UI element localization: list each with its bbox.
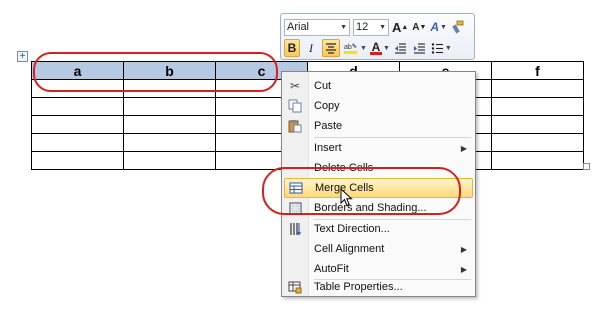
table-cell-f[interactable]: f [491,61,584,80]
font-size-combo[interactable]: 12 ▼ [353,18,389,36]
table-cell[interactable] [491,151,584,170]
styles-button[interactable]: A ▼ [430,18,447,36]
menu-item-merge-cells[interactable]: Merge Cells [284,178,473,198]
decrease-indent-button[interactable] [393,39,409,57]
table-cell[interactable] [31,133,124,152]
grow-font-icon: A [392,19,402,35]
copy-icon [284,97,306,115]
table-cell[interactable] [123,79,216,98]
blank-icon [284,139,306,157]
submenu-arrow-icon: ▶ [460,143,467,153]
menu-item-cut[interactable]: ✂ Cut [284,76,473,96]
table-resize-handle[interactable] [583,163,590,170]
align-center-icon [326,42,336,54]
mini-toolbar: Arial ▼ 12 ▼ A ▲ A ▼ A ▼ B I ab ▼ A ▼ ▼ [280,13,475,60]
menu-item-text-direction[interactable]: Text Direction... [284,219,473,239]
table-cell-a[interactable]: a [31,61,124,80]
menu-item-paste[interactable]: Paste [284,116,473,136]
borders-icon [284,199,306,217]
scissors-icon: ✂ [289,79,301,93]
styles-icon: A [430,20,439,34]
increase-indent-button[interactable] [412,39,428,57]
table-cell[interactable] [491,97,584,116]
merge-cells-icon [285,179,307,197]
grow-font-button[interactable]: A ▲ [392,18,408,36]
table-cell[interactable] [491,133,584,152]
menu-item-cell-alignment[interactable]: Cell Alignment ▶ [284,239,473,259]
decrease-indent-icon [395,42,407,54]
increase-indent-icon [414,42,426,54]
table-cell[interactable] [123,133,216,152]
italic-icon: I [309,40,313,55]
menu-item-label: Cell Alignment [314,243,385,255]
paste-icon [284,117,306,135]
menu-item-label: Cut [314,80,332,92]
table-cell[interactable] [31,115,124,134]
table-cell[interactable] [123,115,216,134]
menu-item-label: Merge Cells [315,182,374,194]
blank-icon [284,159,306,177]
menu-item-copy[interactable]: Copy [284,96,473,116]
shrink-font-button[interactable]: A ▼ [411,18,427,36]
menu-item-label: AutoFit [314,263,349,275]
menu-item-label: Borders and Shading... [314,202,427,214]
chevron-down-icon: ▼ [379,23,386,31]
menu-item-label: Paste [314,120,343,132]
svg-text:ab: ab [344,44,352,51]
table-cell[interactable] [123,97,216,116]
menu-item-label: Insert [314,142,342,154]
table-cell-b[interactable]: b [123,61,216,80]
bold-button[interactable]: B [284,39,300,57]
font-color-icon: A [369,39,382,55]
menu-item-insert[interactable]: Insert ▶ [284,138,473,158]
shrink-font-icon: A [412,21,420,33]
menu-item-label: Copy [314,100,340,112]
font-size-value: 12 [356,21,369,33]
table-cell[interactable] [31,97,124,116]
submenu-arrow-icon: ▶ [460,264,467,274]
table-cell[interactable] [31,79,124,98]
highlight-button[interactable]: ab ▼ [343,39,367,57]
italic-button[interactable]: I [303,39,319,57]
table-cell[interactable] [491,79,584,98]
blank-icon [284,260,306,278]
center-align-button[interactable] [322,39,340,57]
table-cell[interactable] [491,115,584,134]
mouse-pointer-icon [340,188,353,207]
menu-item-autofit[interactable]: AutoFit ▶ [284,259,473,279]
format-painter-button[interactable] [450,18,466,36]
blank-icon [284,240,306,258]
menu-item-label: Table Properties... [314,281,403,293]
menu-item-label: Delete Cells [314,162,374,174]
chevron-down-icon: ▼ [340,23,347,31]
font-color-letter: A [371,39,381,54]
table-cell[interactable] [31,151,124,170]
menu-item-table-properties[interactable]: Table Properties... [284,277,473,297]
font-name-combo[interactable]: Arial ▼ [284,18,350,36]
format-painter-icon [452,20,464,34]
bullet-list-icon [431,42,443,54]
font-color-button[interactable]: A ▼ [369,39,390,57]
bullets-button[interactable]: ▼ [431,39,452,57]
submenu-arrow-icon: ▶ [460,244,467,254]
text-direction-icon [284,220,306,238]
table-properties-icon [284,278,306,296]
table-cell[interactable] [123,151,216,170]
table-move-handle[interactable]: + [17,51,28,62]
menu-item-borders-shading[interactable]: Borders and Shading... [284,198,473,218]
highlighter-icon: ab [344,43,357,54]
font-name-value: Arial [287,21,310,33]
mini-toolbar-row-2: B I ab ▼ A ▼ ▼ [284,38,452,58]
menu-item-label: Text Direction... [314,223,390,235]
menu-item-delete-cells[interactable]: Delete Cells [284,158,473,178]
mini-toolbar-row-1: Arial ▼ 12 ▼ A ▲ A ▼ A ▼ [284,17,466,37]
bold-icon: B [287,41,297,55]
context-menu: ✂ Cut Copy Paste Insert ▶ Delete Cells M… [281,71,476,297]
